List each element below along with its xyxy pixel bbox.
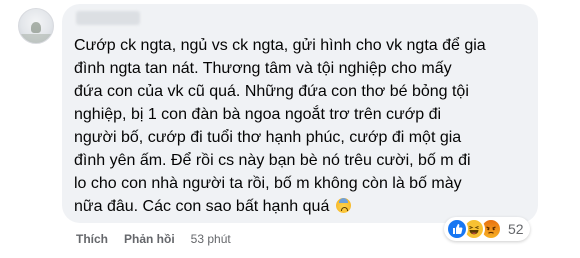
avatar-tree-shape bbox=[31, 22, 41, 33]
anxious-face-emoji-icon bbox=[335, 198, 351, 213]
comment-line-1: Cướp ck ngta, ngủ vs ck ngta, gửi hình c… bbox=[74, 37, 486, 54]
avatar-ground-shape bbox=[19, 34, 53, 43]
comment-line-3: đứa con của vk cũ quá. Những đứa con thơ… bbox=[74, 83, 469, 100]
reaction-count: 52 bbox=[508, 221, 524, 237]
comment-line-2: đình ngta tan nát. Thương tâm và tội ngh… bbox=[74, 60, 452, 77]
comment-line-7: lo cho con nhà người ta rồi, bố m không … bbox=[74, 175, 462, 192]
like-button[interactable]: Thích bbox=[76, 232, 108, 246]
comment-line-6: đình yên ấm. Để rồi cs này bạn bè nó trê… bbox=[74, 152, 471, 169]
comment-line-8: nữa đâu. Các con sao bất hạnh quá bbox=[74, 198, 330, 215]
comment-text: Cướp ck ngta, ngủ vs ck ngta, gửi hình c… bbox=[74, 34, 530, 218]
comment-line-4: nghiệp, bị 1 con đàn bà ngoa ngoắt trơ t… bbox=[74, 106, 442, 123]
reaction-summary[interactable]: 52 bbox=[444, 217, 530, 241]
comment-line-5: người bố, cướp đi tuổi thơ hạnh phúc, cư… bbox=[74, 129, 462, 146]
commenter-avatar[interactable] bbox=[18, 8, 54, 44]
reply-button[interactable]: Phản hồi bbox=[124, 232, 175, 246]
like-icon bbox=[446, 218, 468, 240]
comment-bubble: Cướp ck ngta, ngủ vs ck ngta, gửi hình c… bbox=[62, 4, 538, 223]
comment-timestamp[interactable]: 53 phút bbox=[191, 232, 231, 246]
comment-actions: Thích Phản hồi 53 phút bbox=[76, 232, 231, 246]
author-name-redacted[interactable] bbox=[76, 11, 140, 25]
